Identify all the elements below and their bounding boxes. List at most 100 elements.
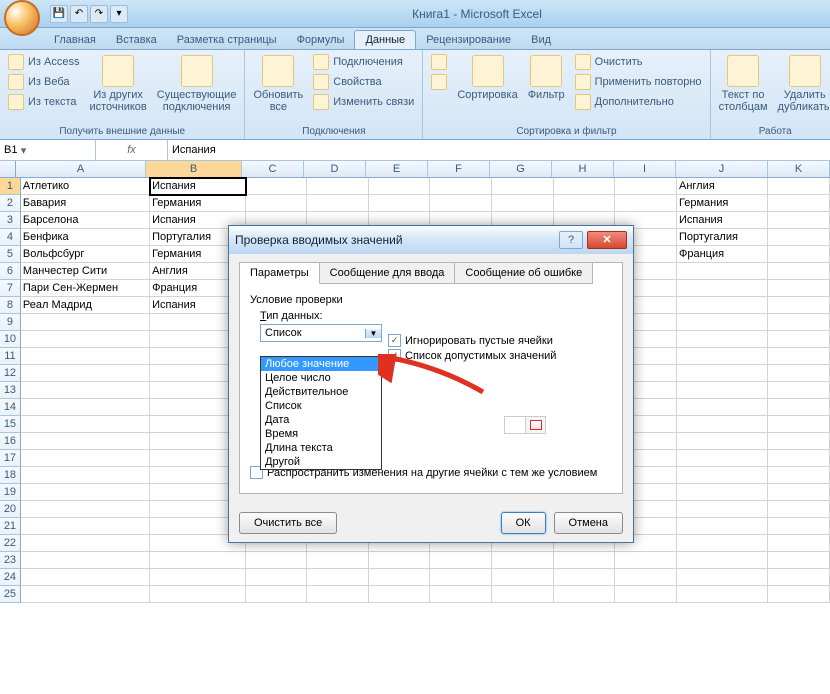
column-header[interactable]: E (366, 161, 428, 177)
cell[interactable] (768, 552, 830, 569)
cell[interactable] (768, 467, 830, 484)
cell[interactable]: Испания (677, 212, 768, 229)
cell[interactable] (677, 501, 768, 518)
save-icon[interactable]: 💾 (50, 5, 68, 23)
cell[interactable] (768, 280, 830, 297)
cell[interactable] (21, 467, 150, 484)
cell[interactable] (677, 433, 768, 450)
reapply-button[interactable]: Применить повторно (573, 73, 704, 91)
select-all-corner[interactable] (0, 161, 16, 177)
cell[interactable]: Бенфика (21, 229, 150, 246)
cell[interactable] (554, 586, 616, 603)
chevron-down-icon[interactable]: ▾ (17, 144, 29, 157)
cell[interactable] (677, 365, 768, 382)
sort-asc-button[interactable] (429, 53, 449, 71)
cell[interactable] (768, 297, 830, 314)
cell[interactable] (21, 331, 150, 348)
cell[interactable] (677, 348, 768, 365)
cell[interactable] (677, 416, 768, 433)
ignore-blank-checkbox[interactable]: ✓Игнорировать пустые ячейки (388, 334, 556, 347)
cell[interactable] (21, 535, 150, 552)
cell[interactable] (21, 586, 150, 603)
cell[interactable] (492, 552, 554, 569)
from-text-button[interactable]: Из текста (6, 93, 81, 111)
cell[interactable]: Англия (677, 178, 768, 195)
cell[interactable] (369, 195, 431, 212)
row-header[interactable]: 18 (0, 467, 21, 484)
existing-conn-button[interactable]: Существующие подключения (155, 53, 239, 115)
office-button[interactable] (4, 0, 40, 36)
qat-more-icon[interactable]: ▾ (110, 5, 128, 23)
cell[interactable] (21, 501, 150, 518)
cell[interactable] (554, 178, 616, 195)
cell[interactable] (369, 552, 431, 569)
cell[interactable] (492, 178, 554, 195)
cell[interactable] (492, 569, 554, 586)
dropdown-item[interactable]: Целое число (261, 371, 381, 385)
column-header[interactable]: D (304, 161, 366, 177)
cell[interactable] (768, 212, 830, 229)
sort-button[interactable]: Сортировка (455, 53, 519, 103)
cell[interactable]: Барселона (21, 212, 150, 229)
row-header[interactable]: 12 (0, 365, 21, 382)
row-header[interactable]: 21 (0, 518, 21, 535)
cell[interactable] (615, 586, 677, 603)
row-header[interactable]: 23 (0, 552, 21, 569)
cell[interactable] (768, 484, 830, 501)
cell[interactable]: Германия (150, 195, 245, 212)
name-box[interactable]: B1▾ (0, 140, 96, 160)
tab-error-message[interactable]: Сообщение об ошибке (455, 263, 593, 284)
cell[interactable] (768, 450, 830, 467)
row-header[interactable]: 19 (0, 484, 21, 501)
cell[interactable] (492, 586, 554, 603)
row-header[interactable]: 10 (0, 331, 21, 348)
column-header[interactable]: G (490, 161, 552, 177)
cell[interactable]: Манчестер Сити (21, 263, 150, 280)
cell[interactable] (307, 552, 369, 569)
dropdown-item[interactable]: Действительное (261, 385, 381, 399)
from-other-button[interactable]: Из других источников (87, 53, 148, 115)
fx-icon[interactable]: fx (127, 144, 136, 156)
cell[interactable] (768, 263, 830, 280)
cell[interactable] (677, 382, 768, 399)
row-header[interactable]: 7 (0, 280, 21, 297)
cell[interactable]: Реал Мадрид (21, 297, 150, 314)
cell[interactable] (768, 331, 830, 348)
column-header[interactable]: H (552, 161, 614, 177)
cell[interactable] (677, 467, 768, 484)
cell[interactable] (768, 569, 830, 586)
cell[interactable] (768, 246, 830, 263)
row-header[interactable]: 22 (0, 535, 21, 552)
row-header[interactable]: 14 (0, 399, 21, 416)
ok-button[interactable]: ОК (501, 512, 546, 534)
clear-all-button[interactable]: Очистить все (239, 512, 337, 534)
row-header[interactable]: 2 (0, 195, 21, 212)
row-header[interactable]: 25 (0, 586, 21, 603)
dropdown-item[interactable]: Список (261, 399, 381, 413)
column-header[interactable]: A (16, 161, 146, 177)
column-header[interactable]: J (676, 161, 768, 177)
tab-formulas[interactable]: Формулы (287, 31, 355, 49)
cell[interactable] (554, 552, 616, 569)
edit-links-button[interactable]: Изменить связи (311, 93, 416, 111)
cell[interactable] (677, 518, 768, 535)
undo-icon[interactable]: ↶ (70, 5, 88, 23)
sort-desc-button[interactable] (429, 73, 449, 91)
cell[interactable] (246, 552, 308, 569)
dialog-close-button[interactable]: ✕ (587, 231, 627, 249)
cell[interactable] (768, 382, 830, 399)
type-select[interactable]: Список ▼ (260, 324, 382, 342)
dialog-titlebar[interactable]: Проверка вводимых значений ? ✕ (229, 226, 633, 254)
column-header[interactable]: K (768, 161, 830, 177)
remove-duplicates-button[interactable]: Удалить дубликаты (776, 53, 830, 115)
cell[interactable]: Бавария (21, 195, 150, 212)
cell[interactable] (677, 331, 768, 348)
cell[interactable] (768, 416, 830, 433)
cell[interactable] (21, 348, 150, 365)
cell[interactable] (21, 365, 150, 382)
cell[interactable]: Атлетико (21, 178, 150, 195)
column-header[interactable]: I (614, 161, 676, 177)
cell[interactable]: Германия (677, 195, 768, 212)
text-to-columns-button[interactable]: Текст по столбцам (717, 53, 770, 115)
cell[interactable] (369, 586, 431, 603)
